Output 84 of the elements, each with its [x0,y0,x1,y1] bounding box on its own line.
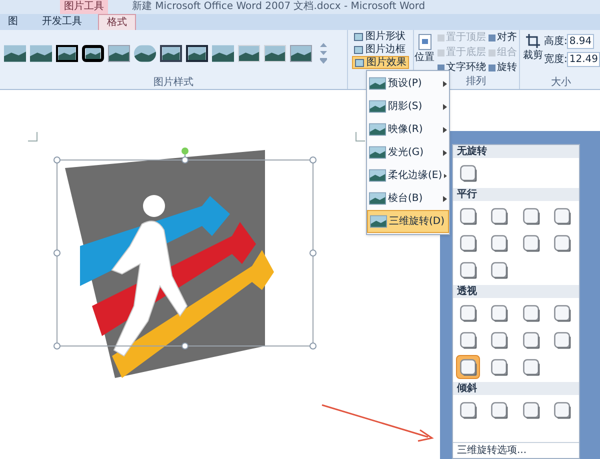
menu-item[interactable]: 阴影(S) [367,95,449,118]
picture-style-thumbnail[interactable] [134,44,156,62]
group-label: 大小 [550,76,572,89]
menu-item[interactable]: 发光(G) [367,141,449,164]
rotation-options-link[interactable]: 三维旋转选项... [453,442,579,458]
rounded-box-icon [522,400,540,420]
rounded-box-icon [553,206,572,226]
rounded-box-icon [490,260,509,280]
picture-style-thumbnail[interactable] [108,44,130,62]
context-tab-label: 图片工具 [60,0,108,14]
gallery-section-header: 无旋转 [453,145,579,158]
rounded-box-icon [458,358,478,376]
picture-icon [370,215,387,228]
picture-style-thumbnail[interactable] [160,44,182,62]
rounded-box-icon [522,304,540,322]
picture-style-thumbnail[interactable] [186,44,208,62]
picture-icon [369,77,386,90]
rounded-box-icon [458,164,478,182]
rounded-box-icon [553,400,572,420]
gallery-section-header: 透视 [453,285,579,298]
rounded-box-icon [458,206,478,226]
menu-item[interactable]: 预设(P) [367,72,449,95]
picture-command-button[interactable]: 图片边框 [352,43,410,56]
submenu-arrow-icon [443,126,447,132]
submenu-arrow-icon [444,172,447,178]
picture-command-button[interactable]: 图片形状 [352,30,410,43]
submenu-arrow-icon [443,150,447,156]
picture-icon [369,123,386,136]
picture-style-thumbnail[interactable] [82,44,104,62]
size-label: 宽度: [544,52,568,67]
picture-icon [369,169,386,182]
rounded-box-icon [522,206,540,226]
rounded-box-icon [522,358,540,376]
crop-button[interactable]: 裁剪 [522,30,544,67]
menu-item[interactable]: 棱台(B) [367,187,449,210]
rounded-box-icon [458,400,478,420]
group-label: 排列 [466,75,486,88]
rounded-box-icon [490,304,509,322]
rounded-box-icon [553,304,572,322]
size-field[interactable]: 8.94 [567,34,594,49]
rounded-box-icon [490,206,509,226]
rounded-box-icon [490,400,509,420]
submenu-arrow-icon [443,80,447,86]
ribbon-tab[interactable]: 开发工具 [34,14,90,30]
ribbon-tab[interactable]: 格式 [98,14,136,30]
menu-item[interactable]: 柔化边缘(E) [367,164,449,187]
menu-item[interactable]: 映像(R) [367,118,449,141]
rounded-box-icon [490,234,509,252]
rounded-box-icon [458,330,478,350]
rotation-preset[interactable] [456,355,480,379]
page-icon [418,34,432,50]
arrange-button[interactable]: 对齐 [488,30,518,45]
gallery-section-header: 倾斜 [453,382,579,395]
rounded-box-icon [458,304,478,322]
picture-icon [369,192,386,205]
rounded-box-icon [458,260,478,280]
size-label: 高度: [544,34,568,49]
picture-icon [369,146,386,159]
picture-style-thumbnail[interactable] [4,44,26,62]
rounded-box-icon [458,234,478,252]
picture-style-thumbnail[interactable] [56,44,78,62]
size-field[interactable]: 12.49 [567,52,600,67]
picture-style-thumbnail[interactable] [290,44,312,62]
picture-command-button[interactable]: 图片效果 [352,56,410,69]
page-corner-mark [355,132,365,142]
rounded-box-icon [490,330,509,350]
submenu-arrow-icon [443,196,447,202]
crop-icon [526,34,540,48]
picture-style-thumbnail[interactable] [30,44,52,62]
rounded-box-icon [553,330,572,350]
arrange-button[interactable]: 旋转 [488,60,518,75]
window-title: 新建 Microsoft Office Word 2007 文档.docx - Microsoft Word [132,0,426,14]
group-label: 图片样式 [152,76,195,89]
picture-style-thumbnail[interactable] [212,44,234,62]
rounded-box-icon [522,330,540,350]
rounded-box-icon [553,234,572,252]
rounded-box-icon [522,234,540,252]
ribbon-tab[interactable]: 图 [0,14,26,30]
page-corner-mark [28,132,38,142]
rounded-box-icon [490,358,509,376]
menu-item[interactable]: 三维旋转(D) [367,210,449,233]
gallery-section-header: 平行 [453,188,579,201]
picture-icon [369,100,386,113]
submenu-arrow-icon [443,104,447,110]
